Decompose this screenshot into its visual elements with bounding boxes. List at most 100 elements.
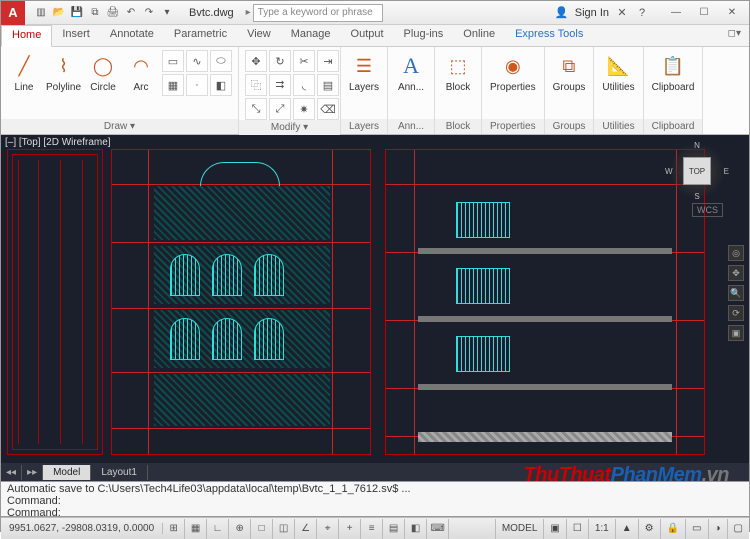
rect-icon[interactable]: ▭ [162,50,184,72]
explode-icon[interactable]: ✷ [293,98,315,120]
view-label[interactable]: [–] [Top] [2D Wireframe] [5,137,111,148]
nav-pan-icon[interactable]: ✥ [728,265,744,281]
polyline-button[interactable]: ⌇Polyline [45,50,82,95]
tab-online[interactable]: Online [453,25,505,46]
otrack-icon[interactable]: ∠ [295,519,317,539]
status-clean-icon[interactable]: ▢ [727,519,749,539]
fillet-icon[interactable]: ◟ [293,74,315,96]
snap-icon[interactable]: ⊞ [163,519,185,539]
panel-modify-label[interactable]: Modify ▾ [239,120,340,135]
qp-icon[interactable]: ◧ [405,519,427,539]
status-paper-icon[interactable]: ▣ [543,519,565,539]
tab-insert[interactable]: Insert [52,25,100,46]
viewcube-face[interactable]: TOP [683,157,711,185]
circle-button[interactable]: ◯Circle [86,50,120,95]
copy-icon[interactable]: ⿻ [245,74,267,96]
status-coordinates[interactable]: 9951.0627, -29808.0319, 0.0000 [1,523,163,534]
status-isolate-icon[interactable]: ◑ [708,519,727,539]
panel-block-label[interactable]: Block [435,119,481,134]
mirror-icon[interactable]: ⮆ [269,74,291,96]
help-icon[interactable]: ? [635,6,649,20]
qat-print-icon[interactable]: 🖨 [105,5,121,21]
tab-parametric[interactable]: Parametric [164,25,237,46]
sc-icon[interactable]: ⌨ [427,519,449,539]
array-icon[interactable]: ▤ [317,74,339,96]
tab-output[interactable]: Output [341,25,394,46]
qat-saveas-icon[interactable]: ⧉ [87,5,103,21]
line-button[interactable]: ╱Line [7,50,41,95]
tab-view[interactable]: View [237,25,281,46]
close-button[interactable]: ✕ [719,4,745,22]
properties-button[interactable]: ◉Properties [488,50,538,95]
osnap-icon[interactable]: □ [251,519,273,539]
scale-icon[interactable]: ⤢ [269,98,291,120]
stretch-icon[interactable]: ⤡ [245,98,267,120]
qat-redo-icon[interactable]: ↷ [141,5,157,21]
app-icon[interactable]: A [1,1,25,25]
qat-new-icon[interactable]: ▥ [33,5,49,21]
panel-clipboard-label[interactable]: Clipboard [644,119,703,134]
qat-save-icon[interactable]: 💾 [69,5,85,21]
panel-draw-label[interactable]: Draw ▾ [1,119,238,134]
viewcube[interactable]: N S W E TOP [669,143,725,199]
tab-manage[interactable]: Manage [281,25,341,46]
nav-zoom-icon[interactable]: 🔍 [728,285,744,301]
maximize-button[interactable]: ☐ [691,4,717,22]
trim-icon[interactable]: ✂ [293,50,315,72]
dyn-icon[interactable]: + [339,519,361,539]
clipboard-button[interactable]: 📋Clipboard [650,50,697,95]
drawing-canvas[interactable] [1,135,749,481]
rotate-icon[interactable]: ↻ [269,50,291,72]
ducs-icon[interactable]: ⌖ [317,519,339,539]
extend-icon[interactable]: ⇥ [317,50,339,72]
qat-dropdown-icon[interactable]: ▾ [159,5,175,21]
object3d-icon[interactable]: ◫ [273,519,295,539]
erase-icon[interactable]: ⌫ [317,98,339,120]
grid-icon[interactable]: ▦ [185,519,207,539]
point-icon[interactable]: · [186,74,208,96]
qat-open-icon[interactable]: 📂 [51,5,67,21]
panel-properties-label[interactable]: Properties [482,119,544,134]
status-lock-icon[interactable]: 🔒 [660,519,685,539]
status-model[interactable]: MODEL [495,519,544,539]
tab-plugins[interactable]: Plug-ins [394,25,454,46]
search-arrow-icon[interactable]: ▸ [244,7,253,18]
minimize-button[interactable]: — [663,4,689,22]
lwt-icon[interactable]: ≡ [361,519,383,539]
nav-orbit-icon[interactable]: ⟳ [728,305,744,321]
wcs-label[interactable]: WCS [692,203,723,217]
tab-home[interactable]: Home [1,25,52,47]
status-hardware-icon[interactable]: ▭ [685,519,707,539]
status-ws-icon[interactable]: ⚙ [638,519,660,539]
arc-button[interactable]: ◠Arc [124,50,158,95]
nav-wheel-icon[interactable]: ◎ [728,245,744,261]
status-grid-icon[interactable]: ☐ [566,519,588,539]
status-anno-icon[interactable]: ▲ [615,519,638,539]
qat-undo-icon[interactable]: ↶ [123,5,139,21]
region-icon[interactable]: ◧ [210,74,232,96]
hatch-icon[interactable]: ▦ [162,74,184,96]
signin-icon[interactable]: 👤 [555,6,569,20]
ortho-icon[interactable]: ∟ [207,519,229,539]
tab-annotate[interactable]: Annotate [100,25,164,46]
move-icon[interactable]: ✥ [245,50,267,72]
annotation-button[interactable]: AAnn... [394,50,428,95]
status-annoscale[interactable]: 1:1 [588,519,615,539]
search-input[interactable]: Type a keyword or phrase [253,4,383,22]
groups-button[interactable]: ⧉Groups [551,50,588,95]
tpy-icon[interactable]: ▤ [383,519,405,539]
tab-scroll-right-icon[interactable]: ▸▸ [22,465,43,480]
polar-icon[interactable]: ⊕ [229,519,251,539]
exchange-icon[interactable]: ✕ [615,6,629,20]
block-button[interactable]: ⬚Block [441,50,475,95]
panel-groups-label[interactable]: Groups [545,119,594,134]
ellipse-icon[interactable]: ⬭ [210,50,232,72]
nav-showmotion-icon[interactable]: ▣ [728,325,744,341]
panel-layers-label[interactable]: Layers [341,119,387,134]
panel-annotation-label[interactable]: Ann... [388,119,434,134]
sign-in-link[interactable]: Sign In [575,7,609,19]
cmd-prompt[interactable]: Command: [7,507,743,517]
panel-utilities-label[interactable]: Utilities [594,119,642,134]
ribbon-collapse-icon[interactable]: ◻▾ [720,25,749,46]
tab-express-tools[interactable]: Express Tools [505,25,593,46]
